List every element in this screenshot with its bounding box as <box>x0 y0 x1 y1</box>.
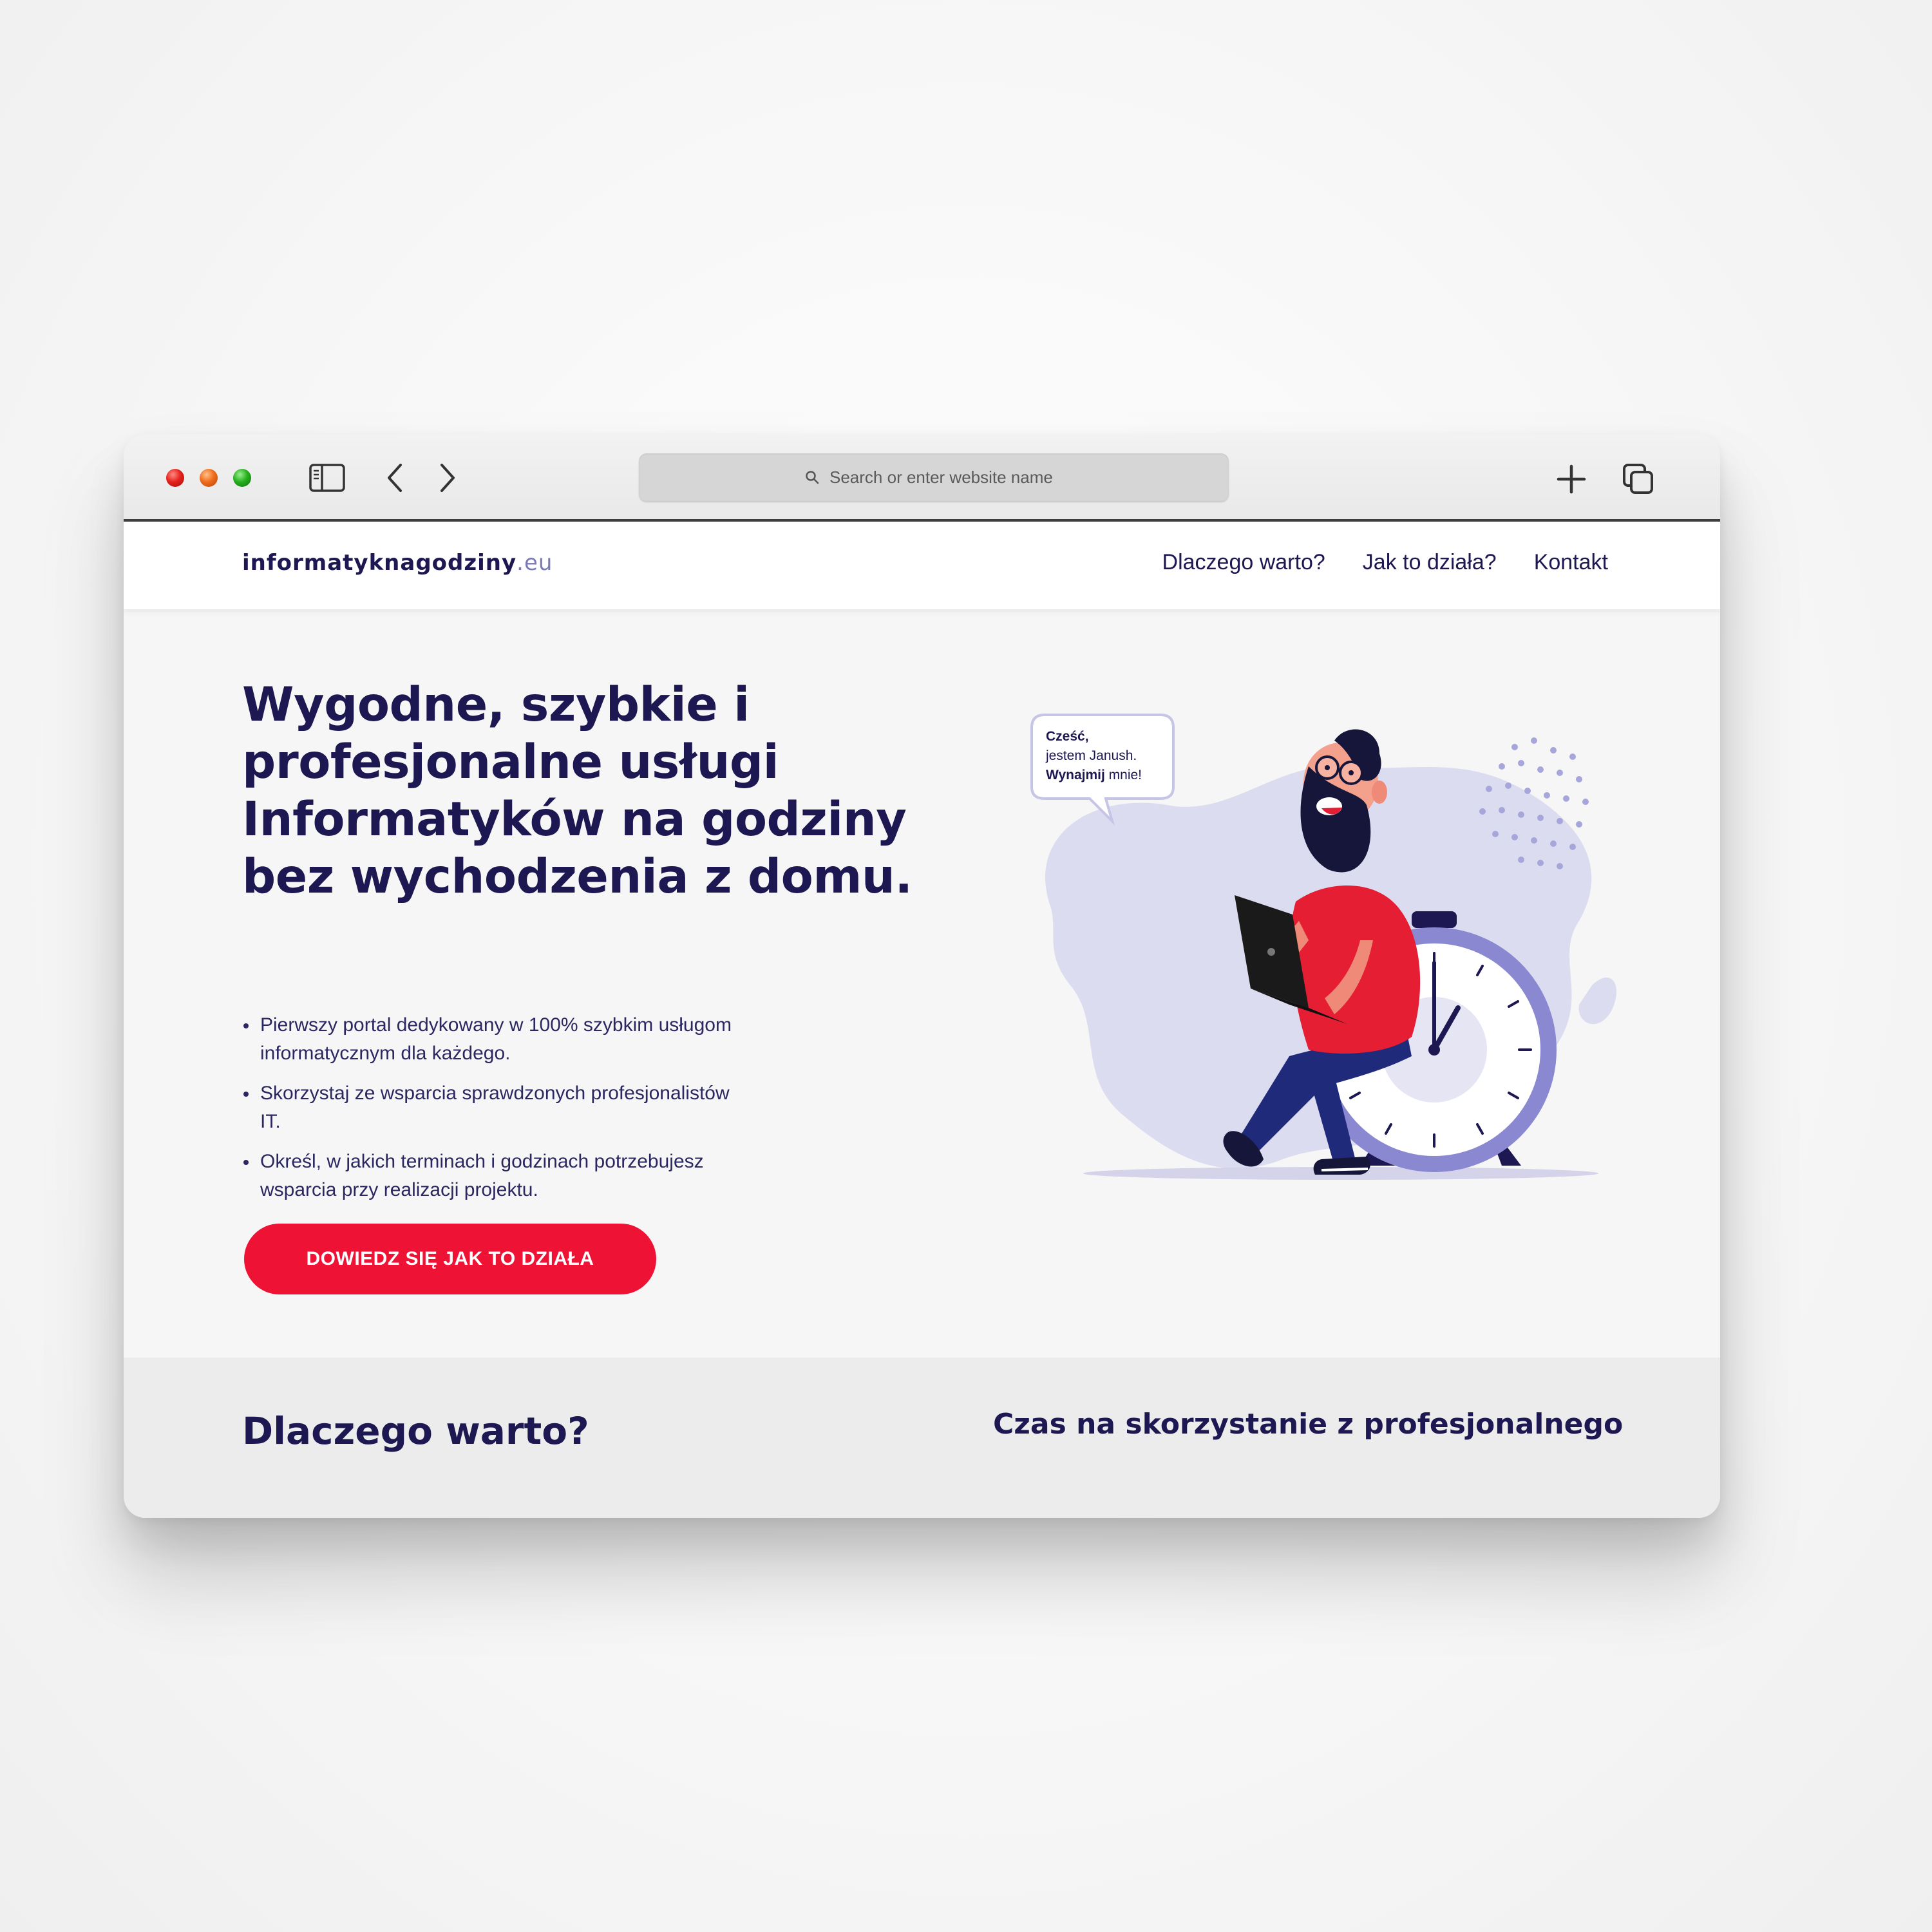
speech-line-3: Wynajmij mnie! <box>1046 768 1142 782</box>
nav-link-dlaczego-warto[interactable]: Dlaczego warto? <box>1162 550 1325 575</box>
maximize-window-button[interactable] <box>233 469 251 487</box>
hero-title: Wygodne, szybkie i profesjonalne usługi … <box>242 677 913 904</box>
speech-line-3-rest: mnie! <box>1105 768 1142 782</box>
nav-link-jak-to-dziala[interactable]: Jak to działa? <box>1363 550 1497 575</box>
hero-bullet: Pierwszy portal dedykowany w 100% szybki… <box>242 1011 732 1068</box>
logo-tld-text: .eu <box>516 550 553 576</box>
close-window-button[interactable] <box>166 469 184 487</box>
plus-icon[interactable] <box>1555 462 1588 496</box>
lower-section: Dlaczego warto? Czas na skorzystanie z p… <box>124 1358 1720 1518</box>
speech-line-3-bold: Wynajmij <box>1046 768 1105 782</box>
chevron-left-icon[interactable] <box>384 462 406 493</box>
why-worth-heading: Dlaczego warto? <box>242 1409 589 1453</box>
hero-bullet: Określ, w jakich terminach i godzinach p… <box>242 1148 732 1204</box>
sidebar-icon[interactable] <box>309 464 345 492</box>
web-page: informatyknagodziny.eu Dlaczego warto? J… <box>124 522 1720 1518</box>
time-heading: Czas na skorzystanie z profesjonalnego <box>993 1408 1624 1441</box>
search-icon <box>805 469 820 485</box>
main-nav: Dlaczego warto? Jak to działa? Kontakt <box>1162 550 1608 575</box>
hero-illustration: Cześć, jestem Janush. Wynajmij mnie! <box>1030 714 1617 1180</box>
learn-how-it-works-button[interactable]: DOWIEDZ SIĘ JAK TO DZIAŁA <box>244 1224 656 1294</box>
hero-bullet: Skorzystaj ze wsparcia sprawdzonych prof… <box>242 1079 732 1136</box>
site-logo[interactable]: informatyknagodziny.eu <box>242 550 553 576</box>
chevron-right-icon[interactable] <box>437 462 459 493</box>
browser-window: informatyknagodziny.eu Dlaczego warto? J… <box>124 434 1720 1518</box>
logo-main-text: informatyknagodziny <box>242 550 517 576</box>
hero-bullet-list: Pierwszy portal dedykowany w 100% szybki… <box>242 1011 732 1216</box>
address-bar[interactable] <box>639 453 1229 501</box>
speech-line-2: jestem Janush. <box>1045 748 1137 763</box>
minimize-window-button[interactable] <box>200 469 218 487</box>
site-header: informatyknagodziny.eu Dlaczego warto? J… <box>124 522 1720 609</box>
nav-link-kontakt[interactable]: Kontakt <box>1534 550 1608 575</box>
address-input[interactable] <box>828 466 1063 488</box>
tabs-icon[interactable] <box>1622 462 1655 496</box>
speech-line-1: Cześć, <box>1046 729 1089 744</box>
browser-toolbar <box>124 434 1720 522</box>
